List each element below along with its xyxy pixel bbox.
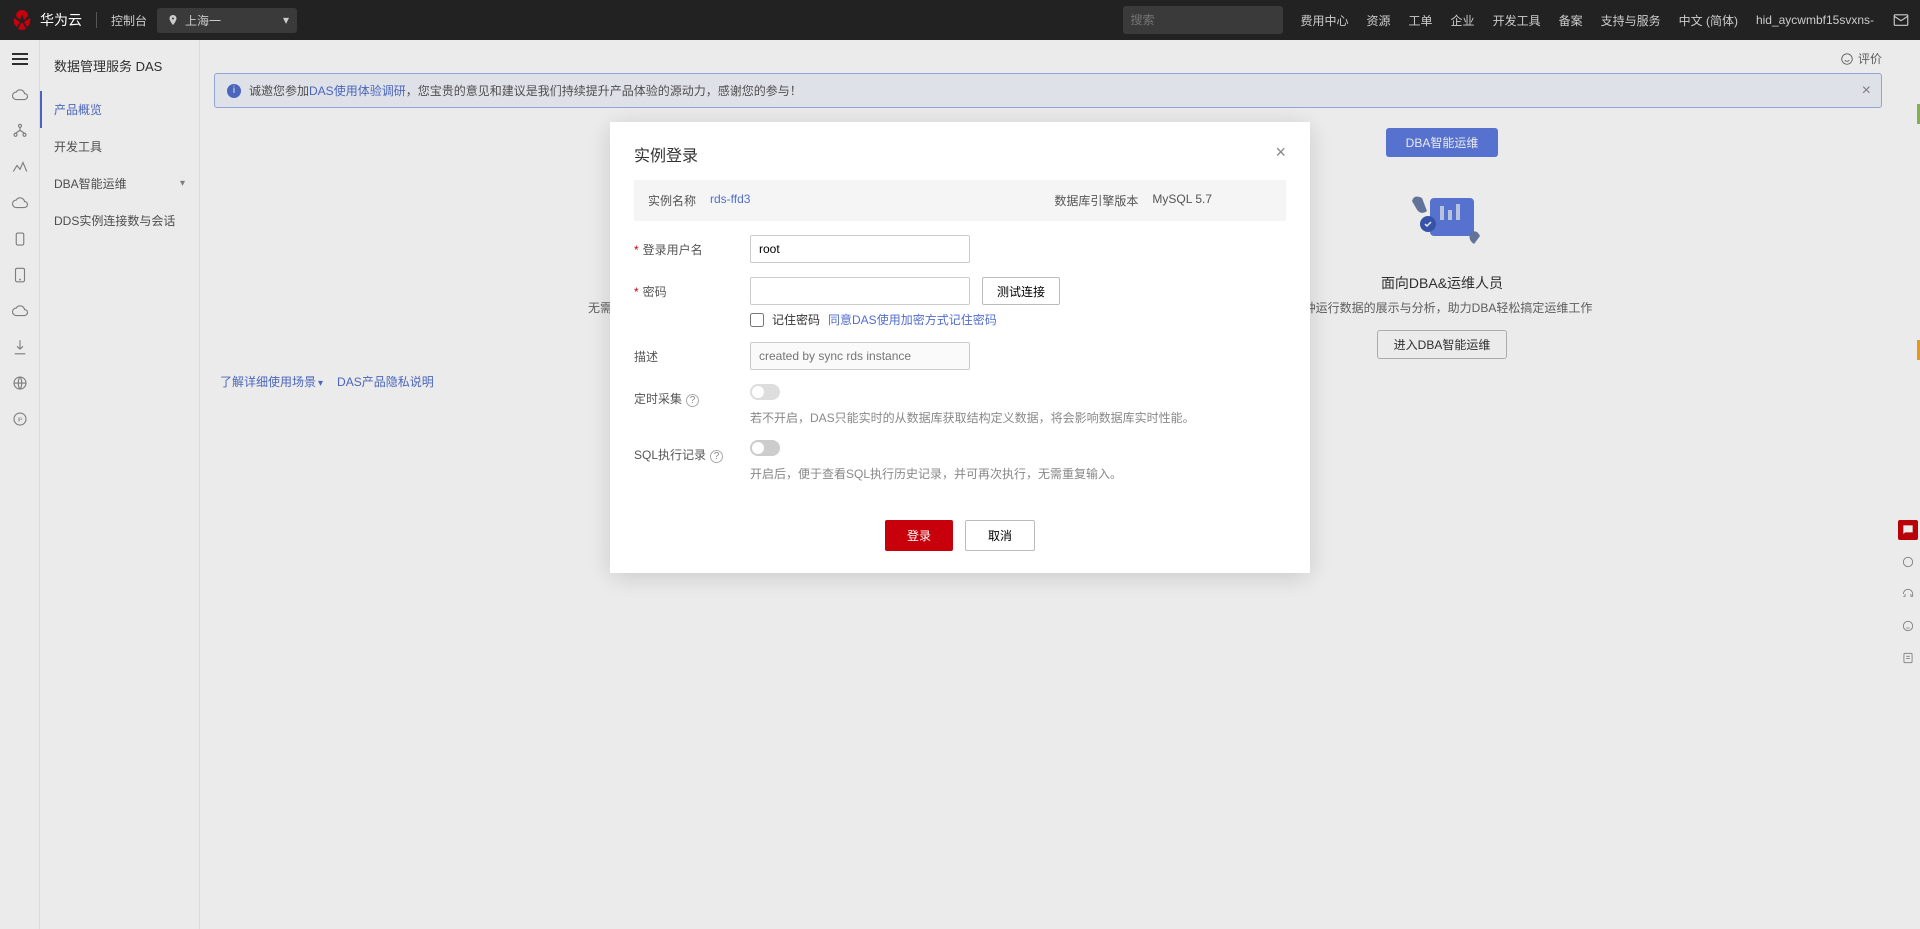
- sql-record-label: SQL执行记录: [634, 448, 706, 462]
- nav-support[interactable]: 支持与服务: [1601, 12, 1661, 29]
- nav-username[interactable]: hid_aycwmbf15svxns-: [1756, 13, 1874, 27]
- global-search-input[interactable]: [1131, 13, 1286, 27]
- divider: [96, 12, 97, 28]
- nav-enterprise[interactable]: 企业: [1451, 12, 1475, 29]
- login-button[interactable]: 登录: [885, 520, 953, 551]
- description-label: 描述: [634, 350, 658, 364]
- modal-close-icon[interactable]: ×: [1275, 142, 1286, 163]
- help-icon[interactable]: ?: [686, 394, 699, 407]
- cancel-button[interactable]: 取消: [965, 520, 1035, 551]
- description-input[interactable]: [750, 342, 970, 370]
- location-pin-icon: [167, 14, 179, 26]
- test-connection-button[interactable]: 测试连接: [982, 277, 1060, 305]
- nav-billing[interactable]: 费用中心: [1301, 12, 1349, 29]
- engine-version-label: 数据库引擎版本: [1054, 192, 1138, 209]
- console-link[interactable]: 控制台: [111, 12, 147, 29]
- modal-title: 实例登录: [634, 142, 698, 166]
- sql-record-hint: 开启后，便于查看SQL执行历史记录，并可再次执行，无需重复输入。: [750, 465, 1286, 482]
- nav-resources[interactable]: 资源: [1367, 12, 1391, 29]
- brand-name: 华为云: [40, 10, 82, 30]
- top-nav: 费用中心 资源 工单 企业 开发工具 备案 支持与服务 中文 (简体) hid_…: [1301, 12, 1875, 29]
- modal-info-bar: 实例名称 rds-ffd3 数据库引擎版本 MySQL 5.7: [634, 180, 1286, 221]
- huawei-logo-icon: [10, 8, 34, 32]
- brand-logo[interactable]: 华为云: [10, 8, 82, 32]
- instance-name-value[interactable]: rds-ffd3: [710, 192, 750, 209]
- instance-name-label: 实例名称: [648, 192, 696, 209]
- timer-collect-hint: 若不开启，DAS只能实时的从数据库获取结构定义数据，将会影响数据库实时性能。: [750, 409, 1286, 426]
- chevron-down-icon: ▾: [283, 13, 289, 27]
- password-label: 密码: [643, 285, 667, 299]
- timer-collect-label: 定时采集: [634, 392, 682, 406]
- nav-tickets[interactable]: 工单: [1409, 12, 1433, 29]
- region-name: 上海一: [185, 12, 221, 29]
- username-label: 登录用户名: [643, 243, 703, 257]
- remember-password-label: 记住密码: [772, 311, 820, 328]
- nav-devtools[interactable]: 开发工具: [1493, 12, 1541, 29]
- password-input[interactable]: [750, 277, 970, 305]
- top-bar: 华为云 控制台 上海一 ▾ 费用中心 资源 工单 企业 开发工具 备案 支持与服…: [0, 0, 1920, 40]
- remember-password-checkbox[interactable]: [750, 313, 764, 327]
- mail-icon[interactable]: [1892, 11, 1910, 29]
- timer-collect-toggle[interactable]: [750, 384, 780, 400]
- region-selector[interactable]: 上海一 ▾: [157, 8, 297, 33]
- login-modal: 实例登录 × 实例名称 rds-ffd3 数据库引擎版本 MySQL 5.7 *…: [610, 122, 1310, 573]
- engine-version-value: MySQL 5.7: [1152, 192, 1212, 209]
- username-input[interactable]: [750, 235, 970, 263]
- sql-record-toggle[interactable]: [750, 440, 780, 456]
- global-search[interactable]: [1123, 6, 1283, 34]
- agree-encryption-link[interactable]: 同意DAS使用加密方式记住密码: [828, 311, 997, 328]
- nav-beian[interactable]: 备案: [1559, 12, 1583, 29]
- nav-language[interactable]: 中文 (简体): [1679, 12, 1738, 29]
- help-icon[interactable]: ?: [710, 450, 723, 463]
